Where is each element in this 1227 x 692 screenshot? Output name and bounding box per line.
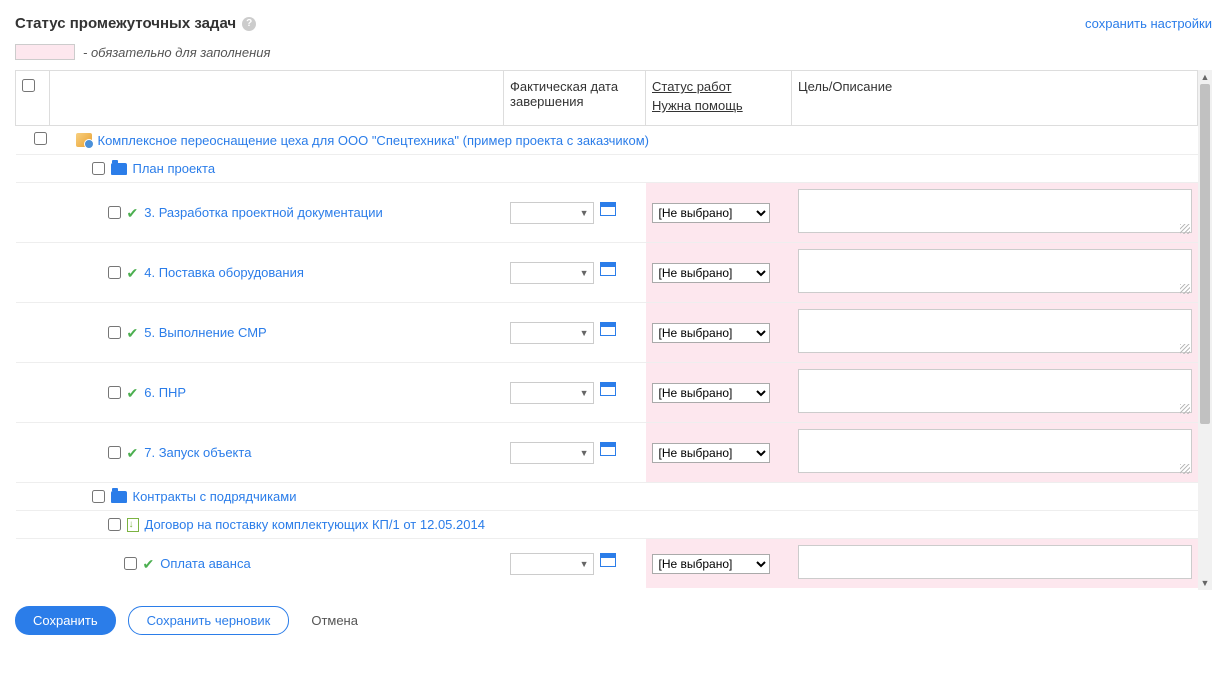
description-textarea[interactable] [798, 429, 1192, 473]
row-checkbox[interactable] [92, 162, 105, 175]
task-link[interactable]: Оплата аванса [160, 556, 250, 571]
plan-link[interactable]: План проекта [133, 161, 216, 176]
description-textarea[interactable] [798, 545, 1192, 579]
scroll-thumb[interactable] [1200, 84, 1210, 424]
row-checkbox[interactable] [108, 266, 121, 279]
task-link[interactable]: 6. ПНР [144, 385, 186, 400]
save-draft-button[interactable]: Сохранить черновик [128, 606, 290, 635]
col-status-link[interactable]: Статус работ [652, 79, 785, 94]
calendar-icon[interactable] [600, 382, 616, 396]
project-icon [76, 133, 92, 147]
calendar-icon[interactable] [600, 442, 616, 456]
col-date-header: Фактическая дата завершения [504, 71, 646, 126]
resize-grip-icon[interactable] [1180, 404, 1190, 414]
date-dropdown[interactable]: ▼ [510, 322, 594, 344]
project-link[interactable]: Комплексное переоснащение цеха для ООО "… [98, 133, 650, 148]
folder-icon [111, 163, 127, 175]
col-desc-header: Цель/Описание [792, 71, 1198, 126]
date-dropdown[interactable]: ▼ [510, 262, 594, 284]
task-link[interactable]: 3. Разработка проектной документации [144, 205, 383, 220]
date-dropdown[interactable]: ▼ [510, 442, 594, 464]
row-checkbox[interactable] [108, 518, 121, 531]
description-textarea[interactable] [798, 249, 1192, 293]
scroll-down-icon[interactable]: ▼ [1198, 576, 1212, 590]
row-checkbox[interactable] [124, 557, 137, 570]
description-textarea[interactable] [798, 309, 1192, 353]
status-select[interactable]: [Не выбрано] [652, 554, 770, 574]
status-select[interactable]: [Не выбрано] [652, 323, 770, 343]
resize-grip-icon[interactable] [1180, 464, 1190, 474]
resize-grip-icon[interactable] [1180, 284, 1190, 294]
status-select[interactable]: [Не выбрано] [652, 203, 770, 223]
check-icon: ✔ [127, 446, 139, 460]
status-select[interactable]: [Не выбрано] [652, 443, 770, 463]
row-checkbox[interactable] [108, 446, 121, 459]
calendar-icon[interactable] [600, 553, 616, 567]
task-link[interactable]: 7. Запуск объекта [144, 445, 251, 460]
date-dropdown[interactable]: ▼ [510, 553, 594, 575]
cancel-button[interactable]: Отмена [301, 606, 368, 635]
task-link[interactable]: 5. Выполнение СМР [144, 325, 266, 340]
resize-grip-icon[interactable] [1180, 224, 1190, 234]
contract-doc-link[interactable]: Договор на поставку комплектующих КП/1 о… [145, 517, 485, 532]
save-settings-link[interactable]: сохранить настройки [1085, 16, 1212, 31]
col-help-link[interactable]: Нужна помощь [652, 98, 785, 113]
status-select[interactable]: [Не выбрано] [652, 383, 770, 403]
check-icon: ✔ [127, 326, 139, 340]
select-all-checkbox[interactable] [22, 79, 35, 92]
scroll-up-icon[interactable]: ▲ [1198, 70, 1212, 84]
contracts-link[interactable]: Контракты с подрядчиками [133, 489, 297, 504]
check-icon: ✔ [127, 386, 139, 400]
row-checkbox[interactable] [34, 132, 47, 145]
folder-icon [111, 491, 127, 503]
vertical-scrollbar[interactable]: ▲ ▼ [1198, 70, 1212, 590]
check-icon: ✔ [127, 206, 139, 220]
page-title: Статус промежуточных задач [15, 15, 236, 32]
row-checkbox[interactable] [108, 206, 121, 219]
description-textarea[interactable] [798, 369, 1192, 413]
status-select[interactable]: [Не выбрано] [652, 263, 770, 283]
row-checkbox[interactable] [92, 490, 105, 503]
date-dropdown[interactable]: ▼ [510, 382, 594, 404]
check-icon: ✔ [127, 266, 139, 280]
task-link[interactable]: 4. Поставка оборудования [144, 265, 304, 280]
help-icon[interactable]: ? [242, 17, 256, 31]
row-checkbox[interactable] [108, 386, 121, 399]
save-button[interactable]: Сохранить [15, 606, 116, 635]
document-icon [127, 518, 139, 532]
calendar-icon[interactable] [600, 262, 616, 276]
date-dropdown[interactable]: ▼ [510, 202, 594, 224]
description-textarea[interactable] [798, 189, 1192, 233]
row-checkbox[interactable] [108, 326, 121, 339]
resize-grip-icon[interactable] [1180, 344, 1190, 354]
legend-text: - обязательно для заполнения [83, 45, 270, 60]
calendar-icon[interactable] [600, 202, 616, 216]
check-icon: ✔ [143, 557, 155, 571]
calendar-icon[interactable] [600, 322, 616, 336]
required-swatch [15, 44, 75, 60]
